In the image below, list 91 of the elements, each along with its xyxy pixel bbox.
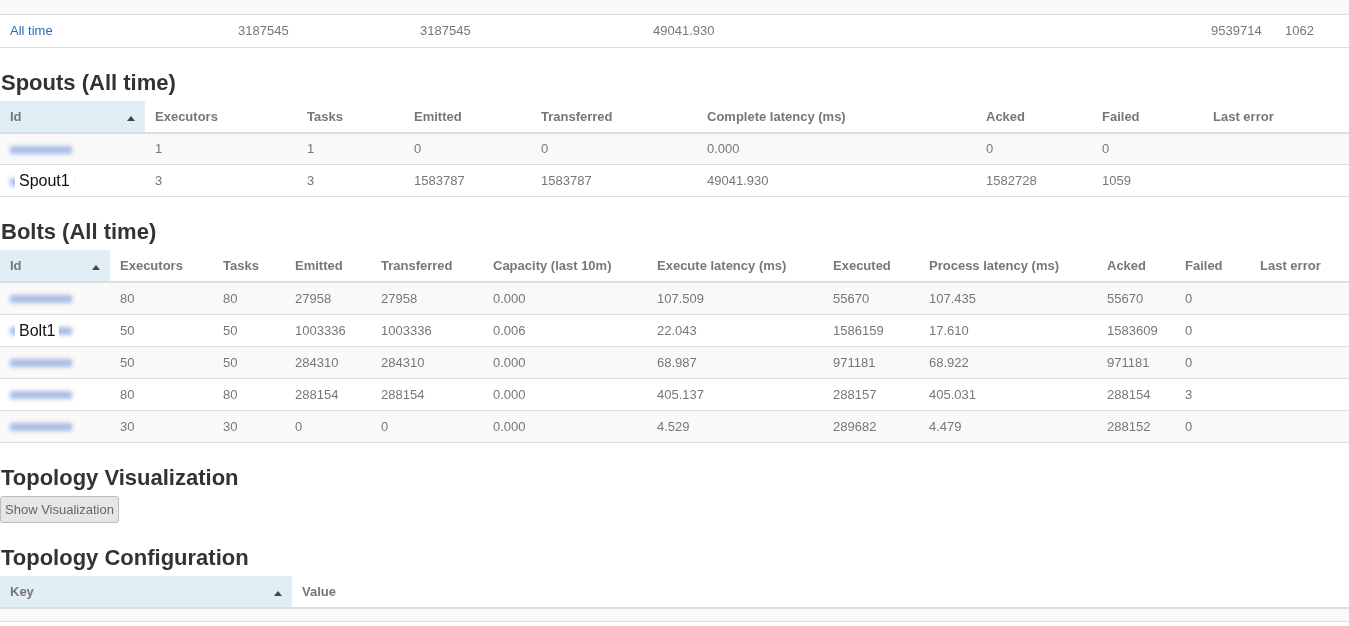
column-header[interactable]: Last error [1203, 100, 1349, 133]
table-cell: 3 [1185, 386, 1193, 402]
table-cell: 68.922 [929, 354, 969, 370]
show-visualization-button[interactable]: Show Visualization [0, 495, 119, 523]
table-cell: 80 [120, 290, 135, 306]
section-heading: Spouts (All time) [0, 68, 177, 97]
table-cell: 971181 [833, 354, 876, 370]
column-header[interactable]: Acked [976, 100, 1092, 133]
table-cell: 1583787 [414, 173, 465, 188]
table-cell: 1583787 [541, 173, 592, 188]
section-heading: Bolts (All time) [0, 218, 158, 246]
table-cell: 0 [381, 418, 389, 434]
column-header[interactable]: Value [292, 575, 1349, 608]
table-cell: 0 [414, 141, 422, 157]
column-header[interactable]: Complete latency (ms) [697, 100, 976, 133]
sort-icon [127, 115, 135, 121]
table-cell: 22.043 [657, 322, 697, 338]
table-cell: 405.031 [929, 386, 976, 402]
table-cell: 80 [223, 386, 238, 402]
sort-icon [92, 265, 100, 270]
table-cell: 284310 [381, 354, 425, 370]
table-cell: 0.000 [493, 354, 526, 370]
column-header[interactable]: Id [0, 100, 145, 133]
table-cell: 0 [1102, 141, 1110, 157]
table-cell: 50 [223, 322, 238, 338]
table-cell: 971181 [1107, 354, 1150, 370]
table-cell: 50 [223, 354, 238, 370]
table-cell: 288154 [295, 386, 339, 402]
table-cell: 0 [1185, 290, 1193, 306]
table-cell: 0 [541, 141, 549, 157]
table-cell: 1583609 [1107, 322, 1158, 338]
table-cell: 107.435 [929, 290, 976, 306]
table-cell: 0.000 [707, 141, 740, 157]
table-cell: 1003336 [295, 322, 346, 338]
table-cell: 3 [307, 173, 315, 188]
column-header[interactable]: Executors [145, 100, 297, 133]
table-cell: 3 [155, 173, 163, 188]
table-cell: 1 [307, 141, 315, 157]
column-header[interactable]: Id [0, 250, 110, 282]
table-cell: 55670 [1107, 290, 1144, 306]
table-cell: 1003336 [381, 322, 432, 338]
table-cell: 30 [223, 418, 238, 434]
table-cell: 80 [120, 386, 135, 402]
table-cell: 288152 [1107, 418, 1151, 434]
column-header[interactable]: Key [0, 575, 292, 608]
column-header[interactable]: Transferred [531, 100, 697, 133]
table-cell: 284310 [295, 354, 339, 370]
table-cell: 0.000 [493, 290, 526, 306]
table-cell: 1062 [1285, 23, 1314, 39]
table-cell: 50 [120, 322, 135, 338]
table-cell: 4.529 [657, 418, 690, 434]
table-cell: 1059 [1102, 173, 1131, 188]
table-cell: 107.509 [657, 290, 704, 306]
sort-icon [274, 590, 282, 596]
table-cell: 0 [1185, 354, 1193, 370]
table-cell: 27958 [295, 290, 332, 306]
table-cell: 9539714 [1211, 23, 1262, 39]
table-cell: 288154 [381, 386, 425, 402]
table-cell: 0 [986, 141, 994, 157]
table-cell: 17.610 [929, 322, 969, 338]
table-cell: 288157 [833, 386, 877, 402]
table-cell: 1582728 [986, 173, 1037, 188]
table-cell: 288154 [1107, 386, 1151, 402]
table-cell: 1586159 [833, 322, 884, 338]
column-header[interactable]: Tasks [297, 100, 404, 133]
table-cell: 49041.930 [653, 23, 715, 39]
table-cell: 0 [1185, 322, 1193, 338]
table-cell: 1 [155, 141, 163, 157]
table-cell: 0 [295, 418, 303, 434]
table-cell: 50 [120, 354, 135, 370]
column-header[interactable]: Emitted [404, 100, 531, 133]
table-cell: 49041.930 [707, 173, 769, 188]
table-cell: 289682 [833, 418, 877, 434]
column-header[interactable]: Failed [1092, 100, 1203, 133]
table-cell: 68.987 [657, 354, 697, 370]
window-link[interactable]: All time [10, 23, 53, 39]
table-cell: 0.006 [493, 322, 526, 338]
table-cell: 0.000 [493, 386, 526, 402]
table-cell: 0.000 [493, 418, 526, 434]
component-id[interactable]: Spout1 [15, 171, 74, 191]
table-cell: 3187545 [238, 23, 289, 39]
table-cell: 55670 [833, 290, 870, 306]
section-heading: Topology Configuration [0, 543, 250, 572]
table-cell: 0 [1185, 418, 1193, 434]
table-cell: 80 [223, 290, 238, 306]
table-cell: 27958 [381, 290, 418, 306]
table-cell: 30 [120, 418, 135, 434]
table-cell: 405.137 [657, 386, 704, 402]
table-cell: 3187545 [420, 23, 471, 39]
table-cell: 4.479 [929, 418, 962, 434]
section-heading: Topology Visualization [0, 463, 240, 492]
